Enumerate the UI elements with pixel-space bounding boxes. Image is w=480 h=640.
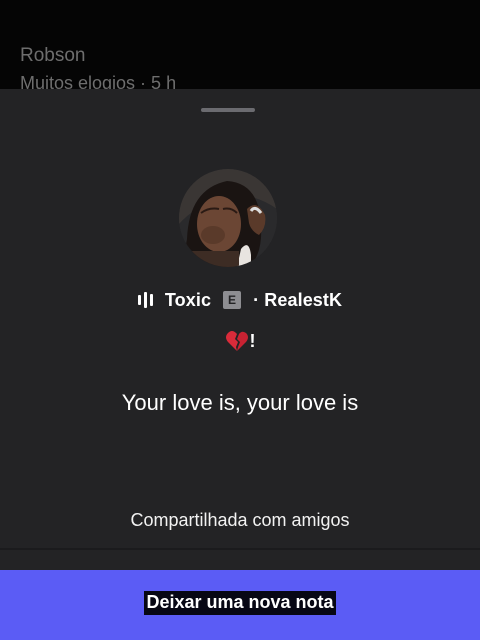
- emoji-suffix: !: [249, 330, 256, 351]
- divider: [0, 548, 480, 550]
- broken-heart-icon: [225, 331, 248, 351]
- note-emoji-row: !: [0, 328, 480, 354]
- artist-name: · RealestK: [253, 289, 343, 310]
- song-title: Toxic: [164, 289, 212, 310]
- background-author-name: Robson: [20, 45, 86, 66]
- leave-new-note-label: Deixar uma nova nota: [144, 591, 336, 615]
- avatar[interactable]: [179, 169, 277, 267]
- sheet-drag-handle[interactable]: [201, 108, 255, 112]
- song-row[interactable]: Toxic E · RealestK: [0, 287, 480, 313]
- audio-bars-icon: [137, 291, 153, 309]
- avatar-photo: [179, 169, 277, 267]
- note-text: Your love is, your love is: [121, 390, 359, 415]
- audience-label: Compartilhada com amigos: [130, 510, 350, 530]
- leave-new-note-button[interactable]: Deixar uma nova nota: [0, 570, 480, 640]
- explicit-badge-icon: E: [223, 291, 242, 309]
